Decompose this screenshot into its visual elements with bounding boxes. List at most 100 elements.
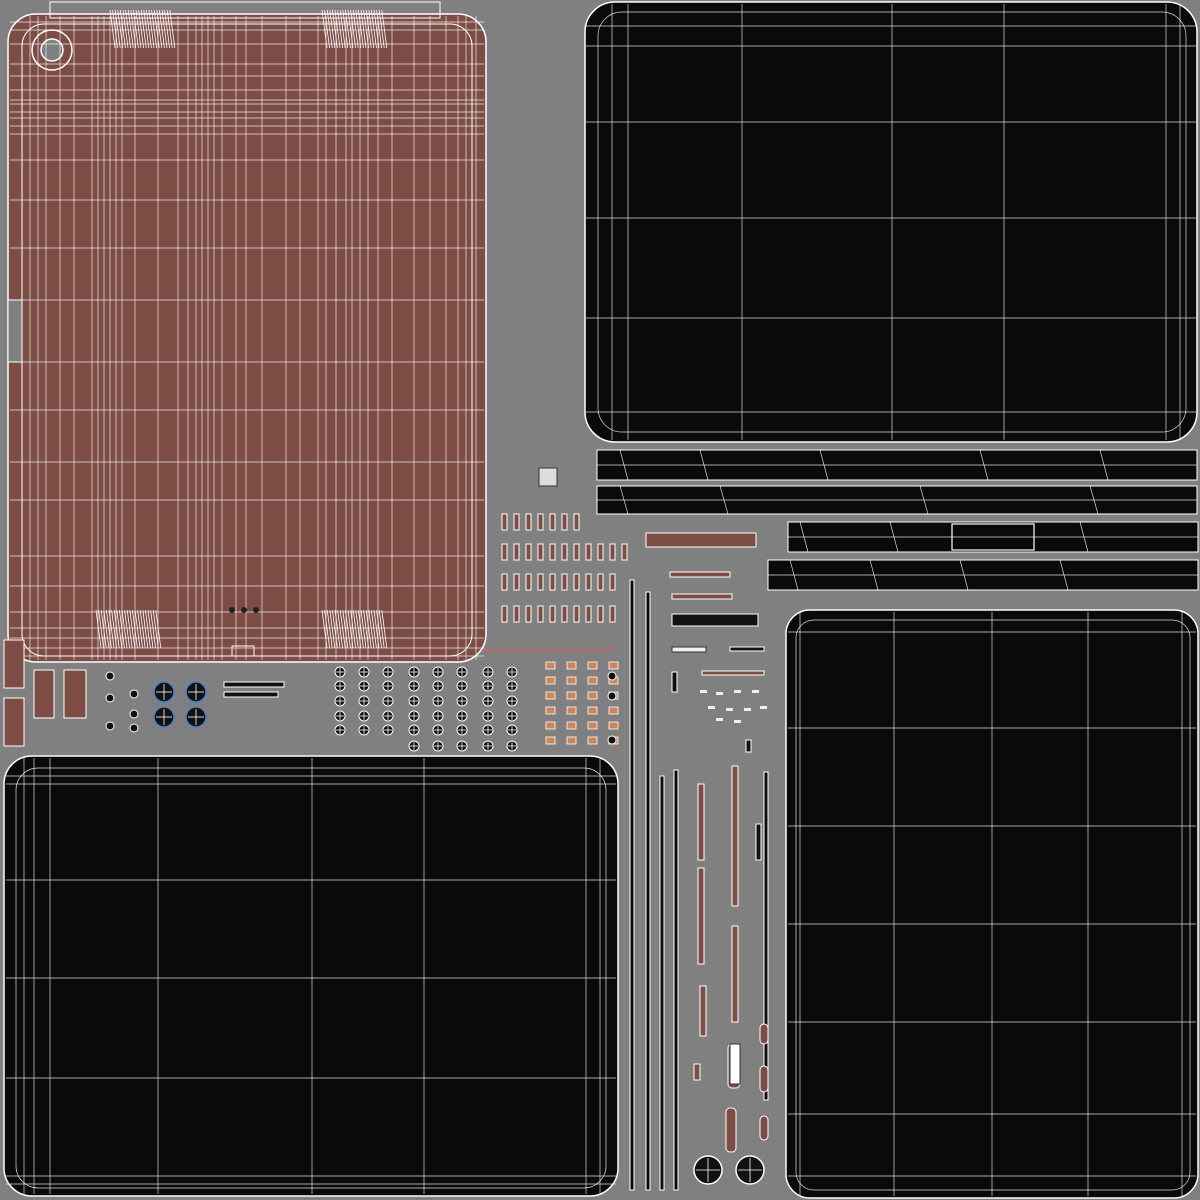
button-part <box>525 605 532 623</box>
button-part <box>566 736 577 745</box>
lens-part <box>693 1155 723 1185</box>
rail-strip <box>671 671 678 693</box>
screw-head <box>334 666 346 678</box>
button-part <box>549 605 556 623</box>
button-part <box>545 736 556 745</box>
screw-head <box>482 666 494 678</box>
rail-strip <box>693 1063 701 1081</box>
rail-strip <box>673 769 679 1191</box>
port-part <box>760 706 767 709</box>
button-part <box>561 543 568 561</box>
button-part <box>561 513 568 531</box>
screw-head <box>607 691 617 701</box>
button-part <box>501 605 508 623</box>
screw-head <box>482 710 494 722</box>
screw-head <box>382 695 394 707</box>
rail-strip <box>731 765 739 907</box>
screen-bottom-right-island <box>785 609 1199 1199</box>
screw-head <box>607 671 617 681</box>
button-part <box>525 543 532 561</box>
button-part <box>537 543 544 561</box>
uv-texture-map <box>3 1 1199 1199</box>
rail-strip <box>699 985 707 1037</box>
edge-strips-island <box>596 449 1199 591</box>
button-part <box>545 676 556 685</box>
button-part <box>573 573 580 591</box>
rail-strip <box>697 867 705 965</box>
button-part <box>566 691 577 700</box>
rail-strip <box>759 1115 769 1141</box>
button-part <box>573 543 580 561</box>
lens-part <box>185 706 207 728</box>
port-part <box>734 690 741 693</box>
button-part <box>585 543 592 561</box>
button-part <box>537 513 544 531</box>
rail-strip <box>731 925 739 1023</box>
rail-strip <box>755 823 762 861</box>
button-part <box>501 543 508 561</box>
screw-head <box>482 740 494 752</box>
screw-head <box>129 689 139 699</box>
button-part <box>573 605 580 623</box>
port-part <box>716 692 723 695</box>
rail-strip <box>763 771 769 1101</box>
screw-head <box>408 680 420 692</box>
screw-head <box>432 710 444 722</box>
button-part <box>597 605 604 623</box>
button-part <box>513 513 520 531</box>
screw-head <box>432 695 444 707</box>
button-part <box>545 661 556 670</box>
port-part <box>726 708 733 711</box>
button-part <box>561 573 568 591</box>
rail-strip <box>759 1023 769 1045</box>
screw-head <box>358 695 370 707</box>
screw-head <box>456 680 468 692</box>
screw-head <box>506 695 518 707</box>
screw-head <box>382 710 394 722</box>
screw-head <box>358 680 370 692</box>
port-part <box>734 720 741 723</box>
screw-head <box>506 740 518 752</box>
screw-head <box>432 724 444 736</box>
button-part <box>537 573 544 591</box>
screw-head <box>334 724 346 736</box>
screw-head <box>382 724 394 736</box>
screw-head <box>334 710 346 722</box>
screw-head <box>408 724 420 736</box>
screw-head <box>607 735 617 745</box>
button-part <box>621 543 628 561</box>
screw-head <box>456 724 468 736</box>
button-part <box>573 513 580 531</box>
rail-strip <box>759 1065 769 1093</box>
button-part <box>608 706 619 715</box>
button-part <box>587 706 598 715</box>
rail-strip <box>629 579 635 1191</box>
screw-head <box>456 740 468 752</box>
screw-head <box>408 666 420 678</box>
screw-head <box>482 680 494 692</box>
port-part <box>744 708 751 711</box>
rail-strip <box>697 783 705 861</box>
button-part <box>585 573 592 591</box>
button-part <box>587 676 598 685</box>
port-part <box>708 706 715 709</box>
button-part <box>501 573 508 591</box>
button-part <box>525 573 532 591</box>
rail-strip <box>745 739 752 753</box>
button-part <box>587 661 598 670</box>
port-part <box>700 690 707 693</box>
screw-head <box>482 695 494 707</box>
screw-head <box>432 680 444 692</box>
screw-head <box>408 710 420 722</box>
screw-head <box>105 721 115 731</box>
screw-head <box>456 710 468 722</box>
button-part <box>587 691 598 700</box>
lens-part <box>735 1155 765 1185</box>
screw-head <box>408 695 420 707</box>
button-part <box>609 605 616 623</box>
button-part <box>566 676 577 685</box>
screw-head <box>432 666 444 678</box>
screw-head <box>382 666 394 678</box>
button-part <box>608 661 619 670</box>
screw-head <box>506 680 518 692</box>
